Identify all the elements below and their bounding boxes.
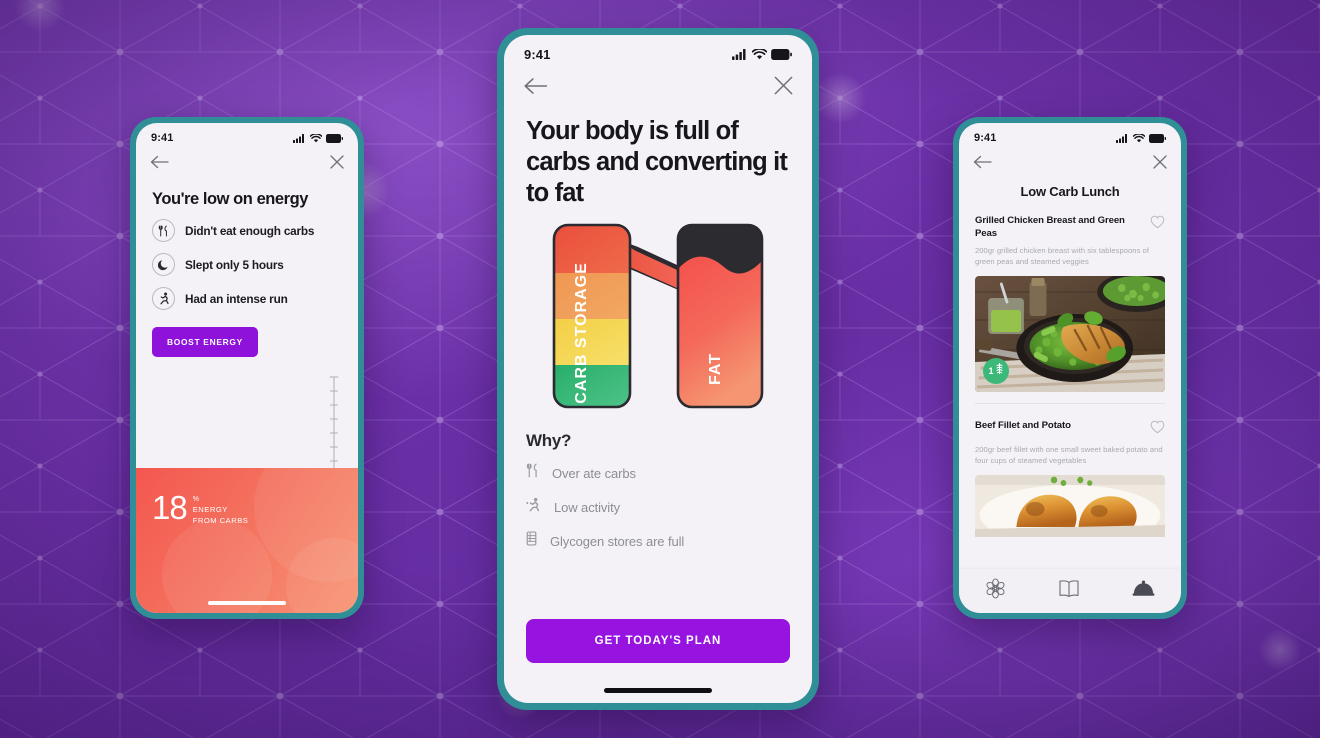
- list-item[interactable]: Over ate carbs: [526, 463, 790, 483]
- close-icon[interactable]: [774, 76, 793, 100]
- energy-stat: 18 % ENERGY FROM CARBS: [152, 489, 249, 526]
- phone-center-screen: 9:41 Your body is full of carbs and conv…: [504, 35, 812, 703]
- svg-text:CARB STORAGE: CARB STORAGE: [573, 263, 590, 405]
- wifi-icon: [1133, 133, 1145, 142]
- page-title: You're low on energy: [152, 190, 308, 208]
- heart-outline-icon[interactable]: [1150, 420, 1165, 439]
- flower-icon[interactable]: [985, 578, 1006, 604]
- svg-text:FAT: FAT: [707, 353, 724, 385]
- phone-right-screen: 9:41 Low Carb Lunch Grilled Chicken Brea…: [959, 123, 1181, 613]
- list-item-label: Didn't eat enough carbs: [185, 223, 315, 238]
- nav-row-center: [504, 64, 812, 100]
- cta-container: GET TODAY'S PLAN: [526, 619, 790, 663]
- moon-icon: [152, 253, 175, 276]
- wifi-icon: [752, 49, 767, 60]
- list-item[interactable]: Didn't eat enough carbs: [152, 219, 342, 242]
- bottom-tab-bar: [959, 569, 1181, 613]
- carb-badge-value: 1: [988, 366, 994, 377]
- energy-percent-symbol: %: [192, 496, 200, 503]
- energy-label-line2: FROM CARBS: [192, 515, 249, 525]
- status-icons: [1116, 133, 1166, 143]
- phone-left-screen: 9:41 You're low on energy Didn't eat eno…: [136, 123, 358, 613]
- status-bar-center: 9:41: [504, 35, 812, 64]
- phone-right: 9:41 Low Carb Lunch Grilled Chicken Brea…: [953, 117, 1187, 619]
- home-indicator: [604, 688, 712, 693]
- list-item-label: Had an intense run: [185, 291, 288, 306]
- list-item[interactable]: Low activity: [526, 497, 790, 517]
- running-icon: [152, 287, 175, 310]
- back-arrow-icon[interactable]: [523, 77, 548, 100]
- status-icons: [732, 49, 792, 60]
- list-item-label: Over ate carbs: [552, 465, 636, 481]
- recipe-header: Grilled Chicken Breast and Green Peas: [975, 215, 1165, 240]
- energy-value: 18: [152, 489, 188, 526]
- card-decor-blob: [162, 520, 272, 613]
- list-item-label: Glycogen stores are full: [550, 533, 685, 549]
- signal-icon: [1116, 133, 1127, 143]
- back-arrow-icon[interactable]: [150, 155, 169, 174]
- cutlery-icon: [152, 219, 175, 242]
- battery-icon: [771, 49, 792, 60]
- phone-center: 9:41 Your body is full of carbs and conv…: [497, 28, 819, 710]
- storage-icon: [526, 531, 537, 551]
- get-todays-plan-button[interactable]: GET TODAY'S PLAN: [526, 619, 790, 663]
- battery-icon: [326, 133, 343, 143]
- energy-label-line1: ENERGY: [192, 504, 228, 514]
- recipe-description: 200gr grilled chicken breast with six ta…: [975, 246, 1149, 267]
- phone-left: 9:41 You're low on energy Didn't eat eno…: [130, 117, 364, 619]
- wheat-icon: [995, 362, 1004, 380]
- page-title: Low Carb Lunch: [1020, 184, 1120, 199]
- list-item-label: Slept only 5 hours: [185, 257, 284, 272]
- energy-stat-card: 18 % ENERGY FROM CARBS: [136, 468, 358, 613]
- recipe-name: Beef Fillet and Potato: [975, 420, 1071, 432]
- list-item[interactable]: Glycogen stores are full: [526, 531, 790, 551]
- reason-list: Didn't eat enough carbs Slept only 5 hou…: [136, 209, 358, 310]
- cloche-icon[interactable]: [1132, 580, 1155, 602]
- energy-unit-block: % ENERGY FROM CARBS: [193, 494, 249, 526]
- back-arrow-icon[interactable]: [973, 155, 992, 174]
- status-icons: [293, 133, 343, 143]
- recipe-name: Grilled Chicken Breast and Green Peas: [975, 215, 1125, 239]
- status-time: 9:41: [524, 47, 551, 62]
- close-icon[interactable]: [330, 155, 344, 174]
- recipe-header: Beef Fillet and Potato: [975, 420, 1165, 439]
- book-icon[interactable]: [1058, 579, 1080, 603]
- why-heading: Why?: [526, 431, 572, 451]
- close-icon[interactable]: [1153, 155, 1167, 174]
- why-list: Over ate carbs Low activity Glycogen sto…: [504, 451, 812, 551]
- recipe-photo[interactable]: 1: [975, 276, 1165, 393]
- status-bar-left: 9:41: [136, 123, 358, 146]
- recipe-photo[interactable]: [975, 475, 1165, 538]
- cutlery-icon: [526, 463, 539, 483]
- wifi-icon: [310, 133, 322, 142]
- recipe-card[interactable]: Beef Fillet and Potato 200gr beef fillet…: [959, 404, 1181, 538]
- page-title: Your body is full of carbs and convertin…: [526, 117, 788, 208]
- home-indicator: [208, 601, 286, 605]
- running-icon: [526, 497, 541, 517]
- status-time: 9:41: [974, 132, 997, 144]
- nav-row-right: [959, 146, 1181, 174]
- status-bar-right: 9:41: [959, 123, 1181, 146]
- signal-icon: [732, 49, 746, 60]
- list-item[interactable]: Slept only 5 hours: [152, 253, 342, 276]
- boost-energy-button[interactable]: BOOST ENERGY: [152, 327, 258, 357]
- battery-icon: [1149, 133, 1166, 143]
- signal-icon: [293, 133, 304, 143]
- list-item[interactable]: Had an intense run: [152, 287, 342, 310]
- list-item-label: Low activity: [554, 499, 620, 515]
- carb-storage-bar: [554, 225, 630, 408]
- carb-fat-illustration: CARB STORAGE FAT: [504, 209, 812, 413]
- nav-row-left: [136, 146, 358, 174]
- heart-outline-icon[interactable]: [1150, 215, 1165, 234]
- recipe-description: 200gr beef fillet with one small sweet b…: [975, 445, 1163, 466]
- recipe-card[interactable]: Grilled Chicken Breast and Green Peas 20…: [959, 199, 1181, 393]
- status-time: 9:41: [151, 132, 174, 144]
